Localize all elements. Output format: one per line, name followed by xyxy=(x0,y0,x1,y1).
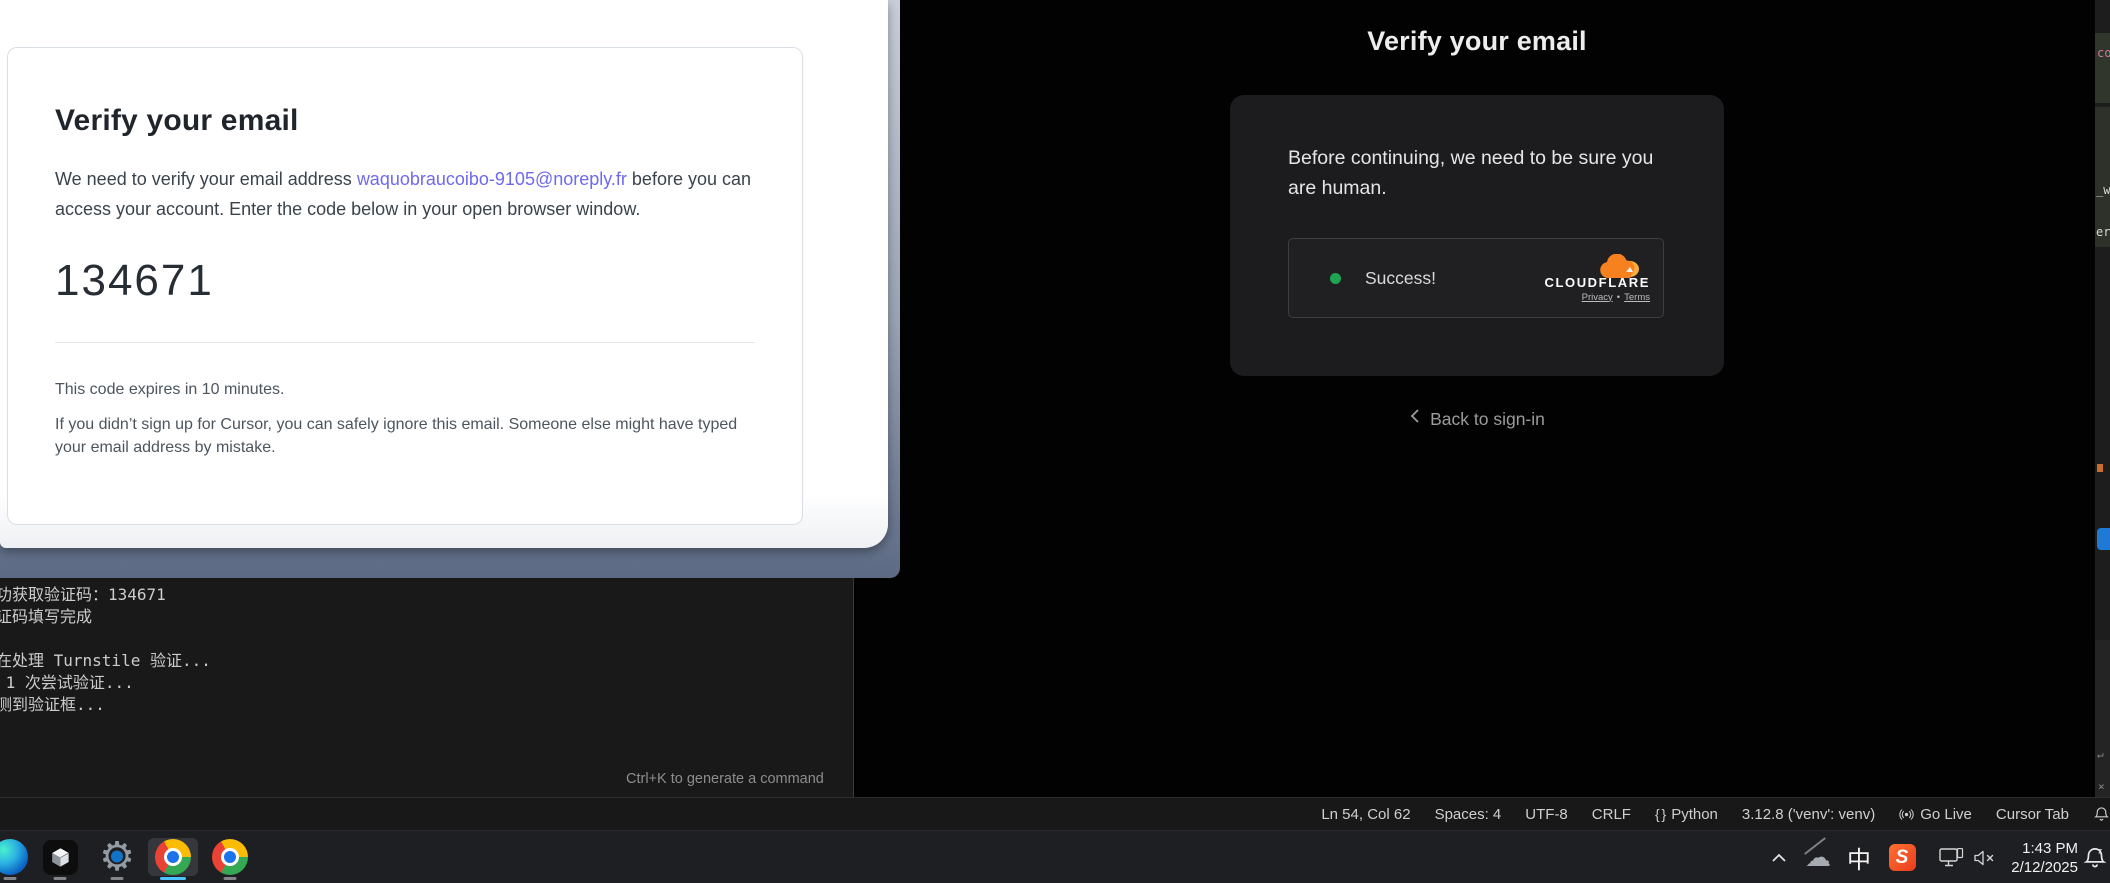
terminal-line: 1 次尝试验证... xyxy=(0,672,853,694)
running-indicator xyxy=(4,877,17,880)
editor-blue-button-fragment[interactable] xyxy=(2097,528,2110,550)
email-title: Verify your email xyxy=(55,104,802,138)
verification-code: 134671 xyxy=(55,256,802,306)
taskbar-clock[interactable]: 1:43 PM 2/12/2025 xyxy=(2011,831,2078,883)
terminal-output: 功获取验证码：134671 证码填写完成 在处理 Turnstile 验证...… xyxy=(0,578,853,716)
verification-email-card: Verify your email We need to verify your… xyxy=(7,47,803,525)
chinese-input-icon: 中 xyxy=(1847,840,1871,875)
statusbar-cursor-tab[interactable]: Cursor Tab xyxy=(1996,806,2069,823)
broadcast-icon xyxy=(1899,807,1914,822)
running-indicator xyxy=(111,877,124,880)
editor-chat-panel-edge: ↵ × xyxy=(2095,640,2110,797)
notifications-bell-icon[interactable] xyxy=(2093,806,2110,823)
statusbar-go-live-label: Go Live xyxy=(1920,806,1972,823)
cloud-offline-icon: ☁ xyxy=(1805,843,1831,873)
tray-volume-muted-icon[interactable] xyxy=(1966,831,2004,883)
code-expiry-note: This code expires in 10 minutes. xyxy=(55,381,802,399)
turnstile-status-label: Success! xyxy=(1365,268,1436,289)
email-body-text: We need to verify your email address waq… xyxy=(55,164,769,224)
background-editor-edge: co _w er ↵ × xyxy=(2095,0,2110,797)
statusbar-eol[interactable]: CRLF xyxy=(1592,806,1631,823)
email-body-before-link: We need to verify your email address xyxy=(55,169,357,189)
statusbar-python-interpreter[interactable]: 3.12.8 ('venv': venv) xyxy=(1742,806,1875,823)
terminal-panel[interactable]: 功获取验证码：134671 证码填写完成 在处理 Turnstile 验证...… xyxy=(0,578,854,797)
tray-ime-mode-icon[interactable]: 中 xyxy=(1841,831,1877,883)
speaker-muted-icon xyxy=(1973,850,1997,866)
svg-text:z: z xyxy=(2098,846,2102,855)
back-link-label: Back to sign-in xyxy=(1430,409,1545,429)
statusbar-go-live[interactable]: Go Live xyxy=(1899,806,1972,823)
editor-code-fragment: _w xyxy=(2096,183,2110,197)
turnstile-legal-links: Privacy • Terms xyxy=(1582,292,1650,303)
terminal-line: 测到验证框... xyxy=(0,694,853,716)
gear-center-dot xyxy=(111,851,123,863)
statusbar-language[interactable]: { } Python xyxy=(1655,806,1718,823)
chevron-left-icon xyxy=(1409,408,1420,424)
statusbar-encoding[interactable]: UTF-8 xyxy=(1525,806,1568,823)
statusbar-indentation[interactable]: Spaces: 4 xyxy=(1435,806,1502,823)
cloudflare-turnstile-widget: Success! CLOUDFLARE Privacy • Terms xyxy=(1288,238,1664,318)
email-content-area: Verify your email We need to verify your… xyxy=(0,0,888,548)
tray-onedrive-icon[interactable]: ☁ xyxy=(1800,831,1836,883)
sogou-logo: S xyxy=(1889,844,1916,871)
terminal-ctrlk-hint: Ctrl+K to generate a command xyxy=(626,771,824,787)
cloudflare-wordmark: CLOUDFLARE xyxy=(1544,275,1650,290)
page-title: Verify your email xyxy=(1230,26,1724,57)
back-to-signin-link[interactable]: Back to sign-in xyxy=(1230,408,1724,430)
editor-statusbar: Ln 54, Col 62 Spaces: 4 UTF-8 CRLF { } P… xyxy=(0,797,2110,830)
tray-hidden-icons-chevron[interactable] xyxy=(1762,831,1796,883)
taskbar-chrome-icon-active[interactable] xyxy=(148,838,198,876)
taskbar-chrome-icon-secondary[interactable] xyxy=(211,838,249,876)
email-address-link[interactable]: waquobraucoibo-9105@noreply.fr xyxy=(357,169,627,189)
running-indicator xyxy=(54,877,67,880)
email-ignore-note: If you didn’t sign up for Cursor, you ca… xyxy=(55,413,743,459)
clock-date: 2/12/2025 xyxy=(2011,858,2078,877)
human-check-prompt: Before continuing, we need to be sure yo… xyxy=(1230,95,1724,203)
taskbar-cursor-app-icon[interactable] xyxy=(41,838,79,876)
monitor-icon xyxy=(1939,848,1965,867)
editor-highlight-block: _w er xyxy=(2095,107,2110,247)
editor-code-fragment: er xyxy=(2096,225,2110,239)
terminal-line: 证码填写完成 xyxy=(0,606,853,628)
terms-link[interactable]: Terms xyxy=(1624,292,1650,303)
statusbar-cursor-position[interactable]: Ln 54, Col 62 xyxy=(1321,806,1410,823)
terminal-line: 在处理 Turnstile 验证... xyxy=(0,650,853,672)
tray-sogou-input-icon[interactable]: S xyxy=(1884,831,1920,883)
active-window-indicator xyxy=(160,877,186,880)
editor-code-fragment: co xyxy=(2095,33,2110,103)
statusbar-language-label: Python xyxy=(1671,806,1718,823)
editor-orange-fragment xyxy=(2097,464,2103,472)
privacy-link[interactable]: Privacy xyxy=(1582,292,1613,303)
chrome-logo xyxy=(155,839,191,875)
desktop-screen: Verify your email We need to verify your… xyxy=(0,0,2110,883)
enter-key-icon: ↵ xyxy=(2097,748,2104,761)
running-indicator xyxy=(224,877,237,880)
terminal-line xyxy=(0,628,853,650)
bell-sleep-icon: z xyxy=(2082,845,2108,871)
chrome-logo xyxy=(212,839,248,875)
cloudflare-brand-block: CLOUDFLARE Privacy • Terms xyxy=(1544,254,1650,303)
taskbar-settings-icon[interactable]: ⚙ xyxy=(98,838,136,876)
close-icon[interactable]: × xyxy=(2098,780,2105,793)
chevron-up-icon xyxy=(1771,853,1787,863)
tray-focus-assist-icon[interactable]: z xyxy=(2080,831,2110,883)
edge-logo xyxy=(0,839,28,875)
cursor-verification-page: Verify your email Before continuing, we … xyxy=(900,0,2095,797)
email-divider xyxy=(55,342,755,343)
taskbar-edge-icon[interactable] xyxy=(0,838,29,876)
human-check-card: Before continuing, we need to be sure yo… xyxy=(1230,95,1724,376)
terminal-line: 功获取验证码：134671 xyxy=(0,584,853,606)
windows-taskbar: ⚙ ☁ 中 S xyxy=(0,830,2110,883)
clock-time: 1:43 PM xyxy=(2022,839,2078,858)
links-separator: • xyxy=(1617,292,1620,303)
success-indicator-dot xyxy=(1330,273,1341,284)
email-client-window: Verify your email We need to verify your… xyxy=(0,0,900,578)
cursor-logo xyxy=(43,840,78,875)
braces-icon: { } xyxy=(1655,806,1665,822)
